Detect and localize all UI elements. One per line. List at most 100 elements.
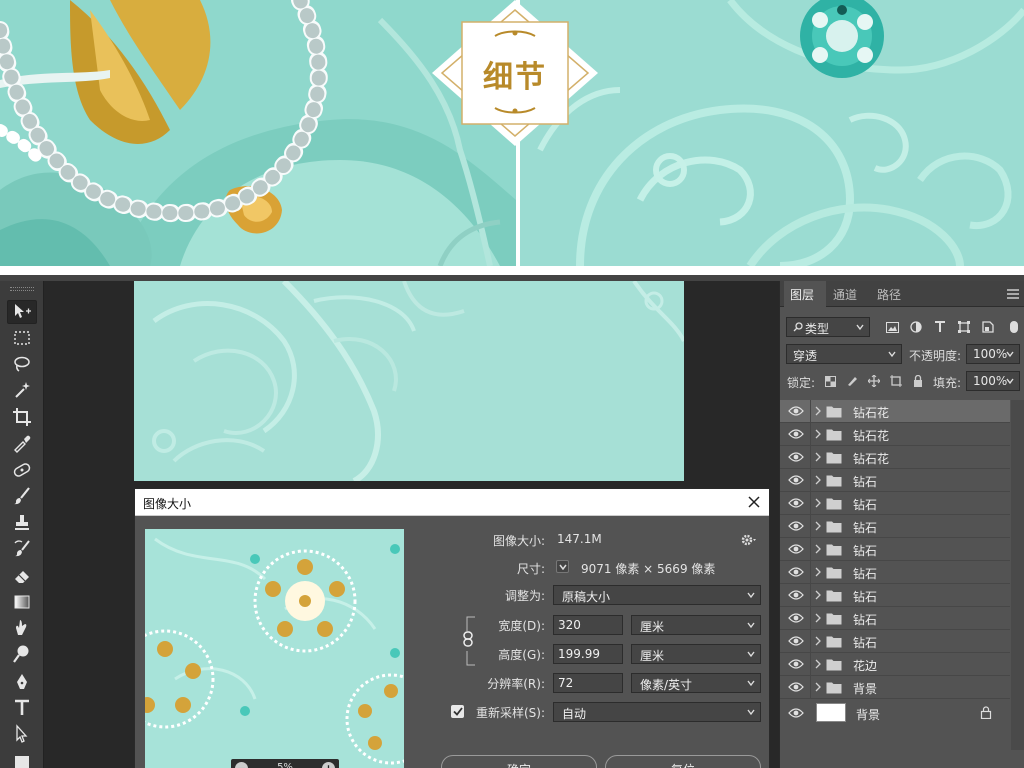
- crop-tool[interactable]: [7, 405, 37, 429]
- layer-row[interactable]: 钻石: [780, 607, 1010, 630]
- eye-icon[interactable]: [788, 566, 804, 578]
- lock-pixels-icon[interactable]: [844, 373, 860, 389]
- lock-position-icon[interactable]: [866, 373, 882, 389]
- gradient-tool[interactable]: [7, 590, 37, 614]
- eye-icon[interactable]: [788, 474, 804, 486]
- layer-row[interactable]: 花边: [780, 653, 1010, 676]
- eye-icon[interactable]: [788, 428, 804, 440]
- layer-row[interactable]: 钻石: [780, 469, 1010, 492]
- layer-row[interactable]: 钻石: [780, 515, 1010, 538]
- eye-icon[interactable]: [788, 497, 804, 509]
- type-tool[interactable]: [7, 696, 37, 720]
- document-canvas[interactable]: [134, 281, 684, 481]
- eye-icon[interactable]: [788, 681, 804, 693]
- fit-to-select[interactable]: 原稿大小: [553, 585, 761, 605]
- eye-icon[interactable]: [788, 612, 804, 624]
- eye-icon[interactable]: [788, 520, 804, 532]
- filter-kind-select[interactable]: 类型: [786, 317, 870, 337]
- layer-row[interactable]: 钻石: [780, 492, 1010, 515]
- shape-tool[interactable]: [7, 750, 37, 768]
- chevron-right-icon[interactable]: [814, 428, 822, 440]
- tab-channels[interactable]: 通道: [833, 286, 857, 303]
- layers-scrollbar[interactable]: [1011, 400, 1024, 750]
- chevron-right-icon[interactable]: [814, 451, 822, 463]
- layer-row[interactable]: 钻石: [780, 630, 1010, 653]
- layer-row[interactable]: 钻石花: [780, 446, 1010, 469]
- eye-icon[interactable]: [788, 543, 804, 555]
- history-brush-tool[interactable]: [7, 537, 37, 561]
- eye-icon[interactable]: [788, 707, 804, 719]
- tab-paths[interactable]: 路径: [877, 286, 901, 303]
- image-filter-icon[interactable]: [884, 319, 900, 335]
- tab-layers[interactable]: 图层: [790, 286, 814, 303]
- layer-row[interactable]: 背景: [780, 676, 1010, 699]
- zoom-in-icon[interactable]: +: [322, 762, 335, 768]
- eraser-tool[interactable]: [7, 564, 37, 588]
- lock-all-icon[interactable]: [910, 373, 926, 389]
- chain-link-icon[interactable]: [460, 631, 476, 647]
- path-select-tool[interactable]: [7, 722, 37, 746]
- dodge-tool[interactable]: [7, 642, 37, 666]
- canvas-area[interactable]: 图像大小 5% 图像大小: 147.1M 尺寸: 9071 像素 × 5669 …: [44, 281, 779, 768]
- layer-row[interactable]: 钻石: [780, 584, 1010, 607]
- move-tool[interactable]: [7, 300, 37, 324]
- layer-row[interactable]: 钻石花: [780, 423, 1010, 446]
- reset-button[interactable]: 复位: [605, 755, 761, 768]
- chevron-right-icon[interactable]: [814, 658, 822, 670]
- panel-menu-icon[interactable]: [1007, 289, 1019, 299]
- smart-object-filter-icon[interactable]: [980, 319, 996, 335]
- background-layer-row[interactable]: 背景: [780, 700, 1010, 726]
- chevron-right-icon[interactable]: [814, 520, 822, 532]
- pen-tool[interactable]: [7, 670, 37, 694]
- resample-select[interactable]: 自动: [553, 702, 761, 722]
- resolution-unit-select[interactable]: 像素/英寸: [631, 673, 761, 693]
- eye-icon[interactable]: [788, 451, 804, 463]
- eye-icon[interactable]: [788, 589, 804, 601]
- stamp-tool[interactable]: [7, 511, 37, 535]
- dialog-titlebar[interactable]: 图像大小: [135, 489, 769, 516]
- brush-tool[interactable]: [7, 484, 37, 508]
- dimensions-unit-toggle[interactable]: [556, 560, 569, 573]
- lock-artboard-icon[interactable]: [888, 373, 904, 389]
- chevron-right-icon[interactable]: [814, 543, 822, 555]
- layer-row[interactable]: 钻石: [780, 538, 1010, 561]
- fill-input[interactable]: 100%: [966, 371, 1020, 391]
- eye-icon[interactable]: [788, 658, 804, 670]
- blend-mode-select[interactable]: 穿透: [786, 344, 902, 364]
- chevron-right-icon[interactable]: [814, 474, 822, 486]
- type-filter-icon[interactable]: [932, 319, 948, 335]
- gear-icon[interactable]: [741, 532, 757, 548]
- chevron-right-icon[interactable]: [814, 566, 822, 578]
- resolution-input[interactable]: 72: [553, 673, 623, 693]
- lock-icon[interactable]: [980, 706, 992, 719]
- layer-row[interactable]: 钻石花: [780, 400, 1010, 423]
- eye-icon[interactable]: [788, 405, 804, 417]
- lasso-tool[interactable]: [7, 352, 37, 376]
- opacity-input[interactable]: 100%: [966, 344, 1020, 364]
- resample-checkbox[interactable]: [451, 705, 464, 718]
- chevron-right-icon[interactable]: [814, 589, 822, 601]
- toolbox-grip[interactable]: [10, 287, 34, 291]
- chevron-right-icon[interactable]: [814, 612, 822, 624]
- lock-transparency-icon[interactable]: [822, 373, 838, 389]
- close-icon[interactable]: [745, 493, 763, 511]
- height-unit-select[interactable]: 厘米: [631, 644, 761, 664]
- chevron-right-icon[interactable]: [814, 681, 822, 693]
- ok-button[interactable]: 确定: [441, 755, 597, 768]
- width-input[interactable]: 320: [553, 615, 623, 635]
- chevron-right-icon[interactable]: [814, 497, 822, 509]
- filter-toggle-switch[interactable]: [1010, 321, 1018, 333]
- magic-wand-tool[interactable]: [7, 378, 37, 402]
- chevron-right-icon[interactable]: [814, 635, 822, 647]
- height-input[interactable]: 199.99: [553, 644, 623, 664]
- image-preview[interactable]: − 5% +: [145, 529, 404, 768]
- chevron-right-icon[interactable]: [814, 405, 822, 417]
- shape-filter-icon[interactable]: [956, 319, 972, 335]
- marquee-tool[interactable]: [7, 326, 37, 350]
- smudge-tool[interactable]: [7, 616, 37, 640]
- eyedropper-tool[interactable]: [7, 431, 37, 455]
- adjustment-filter-icon[interactable]: [908, 319, 924, 335]
- healing-tool[interactable]: [7, 458, 37, 482]
- eye-icon[interactable]: [788, 635, 804, 647]
- width-unit-select[interactable]: 厘米: [631, 615, 761, 635]
